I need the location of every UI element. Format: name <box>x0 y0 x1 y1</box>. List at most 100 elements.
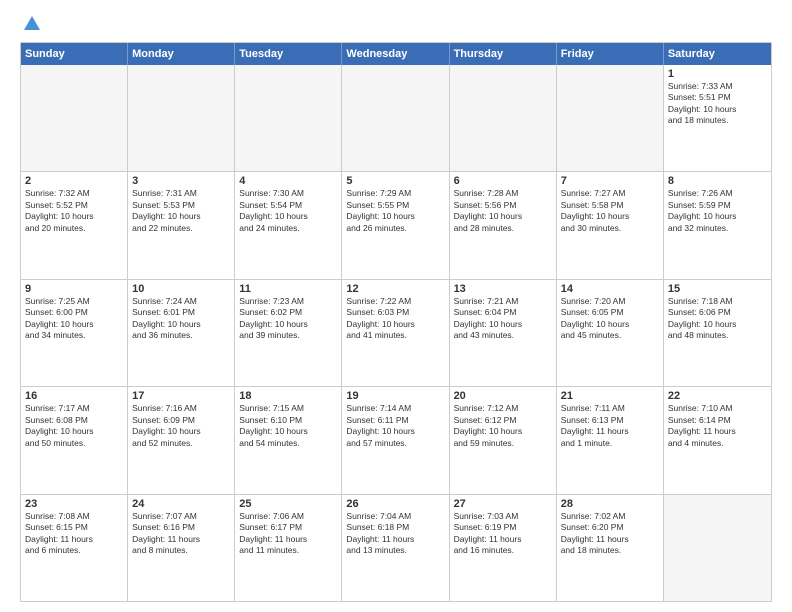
day-cell-24: 24Sunrise: 7:07 AM Sunset: 6:16 PM Dayli… <box>128 495 235 601</box>
day-number: 22 <box>668 390 767 402</box>
empty-cell <box>235 65 342 171</box>
day-cell-28: 28Sunrise: 7:02 AM Sunset: 6:20 PM Dayli… <box>557 495 664 601</box>
day-number: 6 <box>454 175 552 187</box>
day-info: Sunrise: 7:21 AM Sunset: 6:04 PM Dayligh… <box>454 296 552 342</box>
day-number: 8 <box>668 175 767 187</box>
day-info: Sunrise: 7:23 AM Sunset: 6:02 PM Dayligh… <box>239 296 337 342</box>
day-number: 10 <box>132 283 230 295</box>
day-number: 5 <box>346 175 444 187</box>
day-cell-26: 26Sunrise: 7:04 AM Sunset: 6:18 PM Dayli… <box>342 495 449 601</box>
day-cell-13: 13Sunrise: 7:21 AM Sunset: 6:04 PM Dayli… <box>450 280 557 386</box>
logo-icon <box>22 14 42 34</box>
day-number: 9 <box>25 283 123 295</box>
day-info: Sunrise: 7:26 AM Sunset: 5:59 PM Dayligh… <box>668 188 767 234</box>
day-info: Sunrise: 7:20 AM Sunset: 6:05 PM Dayligh… <box>561 296 659 342</box>
day-number: 25 <box>239 498 337 510</box>
day-info: Sunrise: 7:07 AM Sunset: 6:16 PM Dayligh… <box>132 511 230 557</box>
day-info: Sunrise: 7:22 AM Sunset: 6:03 PM Dayligh… <box>346 296 444 342</box>
day-number: 28 <box>561 498 659 510</box>
day-cell-25: 25Sunrise: 7:06 AM Sunset: 6:17 PM Dayli… <box>235 495 342 601</box>
empty-cell <box>664 495 771 601</box>
empty-cell <box>128 65 235 171</box>
calendar-row-4: 23Sunrise: 7:08 AM Sunset: 6:15 PM Dayli… <box>21 494 771 601</box>
day-cell-6: 6Sunrise: 7:28 AM Sunset: 5:56 PM Daylig… <box>450 172 557 278</box>
day-info: Sunrise: 7:02 AM Sunset: 6:20 PM Dayligh… <box>561 511 659 557</box>
weekday-header-sunday: Sunday <box>21 43 128 65</box>
day-cell-14: 14Sunrise: 7:20 AM Sunset: 6:05 PM Dayli… <box>557 280 664 386</box>
day-number: 19 <box>346 390 444 402</box>
day-number: 2 <box>25 175 123 187</box>
day-number: 27 <box>454 498 552 510</box>
day-info: Sunrise: 7:32 AM Sunset: 5:52 PM Dayligh… <box>25 188 123 234</box>
calendar-header: SundayMondayTuesdayWednesdayThursdayFrid… <box>21 43 771 65</box>
day-cell-23: 23Sunrise: 7:08 AM Sunset: 6:15 PM Dayli… <box>21 495 128 601</box>
day-cell-7: 7Sunrise: 7:27 AM Sunset: 5:58 PM Daylig… <box>557 172 664 278</box>
day-number: 16 <box>25 390 123 402</box>
day-number: 11 <box>239 283 337 295</box>
calendar: SundayMondayTuesdayWednesdayThursdayFrid… <box>20 42 772 602</box>
calendar-row-3: 16Sunrise: 7:17 AM Sunset: 6:08 PM Dayli… <box>21 386 771 493</box>
day-number: 4 <box>239 175 337 187</box>
day-info: Sunrise: 7:06 AM Sunset: 6:17 PM Dayligh… <box>239 511 337 557</box>
day-cell-17: 17Sunrise: 7:16 AM Sunset: 6:09 PM Dayli… <box>128 387 235 493</box>
day-number: 1 <box>668 68 767 80</box>
day-cell-2: 2Sunrise: 7:32 AM Sunset: 5:52 PM Daylig… <box>21 172 128 278</box>
day-info: Sunrise: 7:03 AM Sunset: 6:19 PM Dayligh… <box>454 511 552 557</box>
logo <box>20 18 42 32</box>
day-info: Sunrise: 7:08 AM Sunset: 6:15 PM Dayligh… <box>25 511 123 557</box>
logo-text <box>20 18 42 34</box>
day-info: Sunrise: 7:18 AM Sunset: 6:06 PM Dayligh… <box>668 296 767 342</box>
empty-cell <box>557 65 664 171</box>
day-info: Sunrise: 7:27 AM Sunset: 5:58 PM Dayligh… <box>561 188 659 234</box>
day-cell-18: 18Sunrise: 7:15 AM Sunset: 6:10 PM Dayli… <box>235 387 342 493</box>
day-cell-11: 11Sunrise: 7:23 AM Sunset: 6:02 PM Dayli… <box>235 280 342 386</box>
day-cell-10: 10Sunrise: 7:24 AM Sunset: 6:01 PM Dayli… <box>128 280 235 386</box>
day-cell-19: 19Sunrise: 7:14 AM Sunset: 6:11 PM Dayli… <box>342 387 449 493</box>
day-cell-3: 3Sunrise: 7:31 AM Sunset: 5:53 PM Daylig… <box>128 172 235 278</box>
day-number: 3 <box>132 175 230 187</box>
weekday-header-friday: Friday <box>557 43 664 65</box>
day-number: 21 <box>561 390 659 402</box>
calendar-row-1: 2Sunrise: 7:32 AM Sunset: 5:52 PM Daylig… <box>21 171 771 278</box>
day-cell-9: 9Sunrise: 7:25 AM Sunset: 6:00 PM Daylig… <box>21 280 128 386</box>
day-cell-8: 8Sunrise: 7:26 AM Sunset: 5:59 PM Daylig… <box>664 172 771 278</box>
empty-cell <box>21 65 128 171</box>
day-info: Sunrise: 7:04 AM Sunset: 6:18 PM Dayligh… <box>346 511 444 557</box>
day-cell-27: 27Sunrise: 7:03 AM Sunset: 6:19 PM Dayli… <box>450 495 557 601</box>
weekday-header-thursday: Thursday <box>450 43 557 65</box>
day-number: 17 <box>132 390 230 402</box>
empty-cell <box>450 65 557 171</box>
day-info: Sunrise: 7:31 AM Sunset: 5:53 PM Dayligh… <box>132 188 230 234</box>
day-number: 18 <box>239 390 337 402</box>
day-cell-16: 16Sunrise: 7:17 AM Sunset: 6:08 PM Dayli… <box>21 387 128 493</box>
day-info: Sunrise: 7:24 AM Sunset: 6:01 PM Dayligh… <box>132 296 230 342</box>
day-cell-15: 15Sunrise: 7:18 AM Sunset: 6:06 PM Dayli… <box>664 280 771 386</box>
day-cell-12: 12Sunrise: 7:22 AM Sunset: 6:03 PM Dayli… <box>342 280 449 386</box>
day-info: Sunrise: 7:29 AM Sunset: 5:55 PM Dayligh… <box>346 188 444 234</box>
day-info: Sunrise: 7:25 AM Sunset: 6:00 PM Dayligh… <box>25 296 123 342</box>
day-info: Sunrise: 7:11 AM Sunset: 6:13 PM Dayligh… <box>561 403 659 449</box>
day-info: Sunrise: 7:30 AM Sunset: 5:54 PM Dayligh… <box>239 188 337 234</box>
weekday-header-tuesday: Tuesday <box>235 43 342 65</box>
day-cell-20: 20Sunrise: 7:12 AM Sunset: 6:12 PM Dayli… <box>450 387 557 493</box>
day-number: 15 <box>668 283 767 295</box>
weekday-header-saturday: Saturday <box>664 43 771 65</box>
weekday-header-monday: Monday <box>128 43 235 65</box>
day-cell-22: 22Sunrise: 7:10 AM Sunset: 6:14 PM Dayli… <box>664 387 771 493</box>
day-info: Sunrise: 7:15 AM Sunset: 6:10 PM Dayligh… <box>239 403 337 449</box>
day-cell-21: 21Sunrise: 7:11 AM Sunset: 6:13 PM Dayli… <box>557 387 664 493</box>
day-info: Sunrise: 7:10 AM Sunset: 6:14 PM Dayligh… <box>668 403 767 449</box>
header <box>20 18 772 32</box>
day-info: Sunrise: 7:12 AM Sunset: 6:12 PM Dayligh… <box>454 403 552 449</box>
day-number: 23 <box>25 498 123 510</box>
day-cell-4: 4Sunrise: 7:30 AM Sunset: 5:54 PM Daylig… <box>235 172 342 278</box>
calendar-row-0: 1Sunrise: 7:33 AM Sunset: 5:51 PM Daylig… <box>21 65 771 171</box>
calendar-row-2: 9Sunrise: 7:25 AM Sunset: 6:00 PM Daylig… <box>21 279 771 386</box>
empty-cell <box>342 65 449 171</box>
day-info: Sunrise: 7:33 AM Sunset: 5:51 PM Dayligh… <box>668 81 767 127</box>
day-number: 12 <box>346 283 444 295</box>
page: SundayMondayTuesdayWednesdayThursdayFrid… <box>0 0 792 612</box>
day-number: 20 <box>454 390 552 402</box>
day-number: 14 <box>561 283 659 295</box>
day-cell-5: 5Sunrise: 7:29 AM Sunset: 5:55 PM Daylig… <box>342 172 449 278</box>
